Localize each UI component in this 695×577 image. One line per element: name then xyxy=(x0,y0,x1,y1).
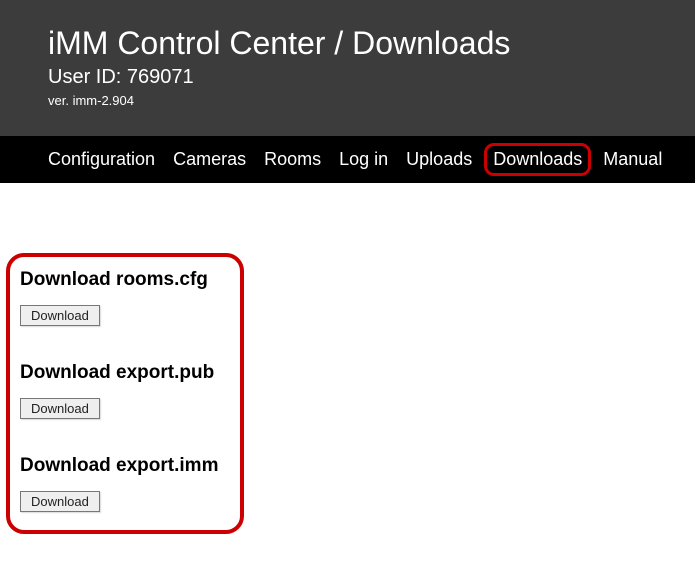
nav-uploads[interactable]: Uploads xyxy=(406,149,472,170)
download-button-export-pub[interactable]: Download xyxy=(20,398,100,419)
download-title-export-imm: Download export.imm xyxy=(20,455,230,477)
nav-log-in[interactable]: Log in xyxy=(339,149,388,170)
download-section-rooms-cfg: Download rooms.cfg Download xyxy=(20,269,230,326)
downloads-panel: Download rooms.cfg Download Download exp… xyxy=(6,253,244,534)
download-title-rooms-cfg: Download rooms.cfg xyxy=(20,269,230,291)
main-nav: Configuration Cameras Rooms Log in Uploa… xyxy=(0,136,695,183)
page-header: iMM Control Center / Downloads User ID: … xyxy=(0,0,695,136)
nav-cameras[interactable]: Cameras xyxy=(173,149,246,170)
version-label: ver. imm-2.904 xyxy=(48,93,695,108)
download-button-export-imm[interactable]: Download xyxy=(20,491,100,512)
nav-downloads[interactable]: Downloads xyxy=(484,143,591,176)
nav-manual[interactable]: Manual xyxy=(603,149,662,170)
download-button-rooms-cfg[interactable]: Download xyxy=(20,305,100,326)
page-title: iMM Control Center / Downloads xyxy=(48,25,695,62)
download-title-export-pub: Download export.pub xyxy=(20,362,230,384)
download-section-export-pub: Download export.pub Download xyxy=(20,362,230,419)
nav-configuration[interactable]: Configuration xyxy=(48,149,155,170)
user-id-label: User ID: 769071 xyxy=(48,66,695,89)
nav-rooms[interactable]: Rooms xyxy=(264,149,321,170)
content-area: Download rooms.cfg Download Download exp… xyxy=(0,183,695,534)
download-section-export-imm: Download export.imm Download xyxy=(20,455,230,512)
